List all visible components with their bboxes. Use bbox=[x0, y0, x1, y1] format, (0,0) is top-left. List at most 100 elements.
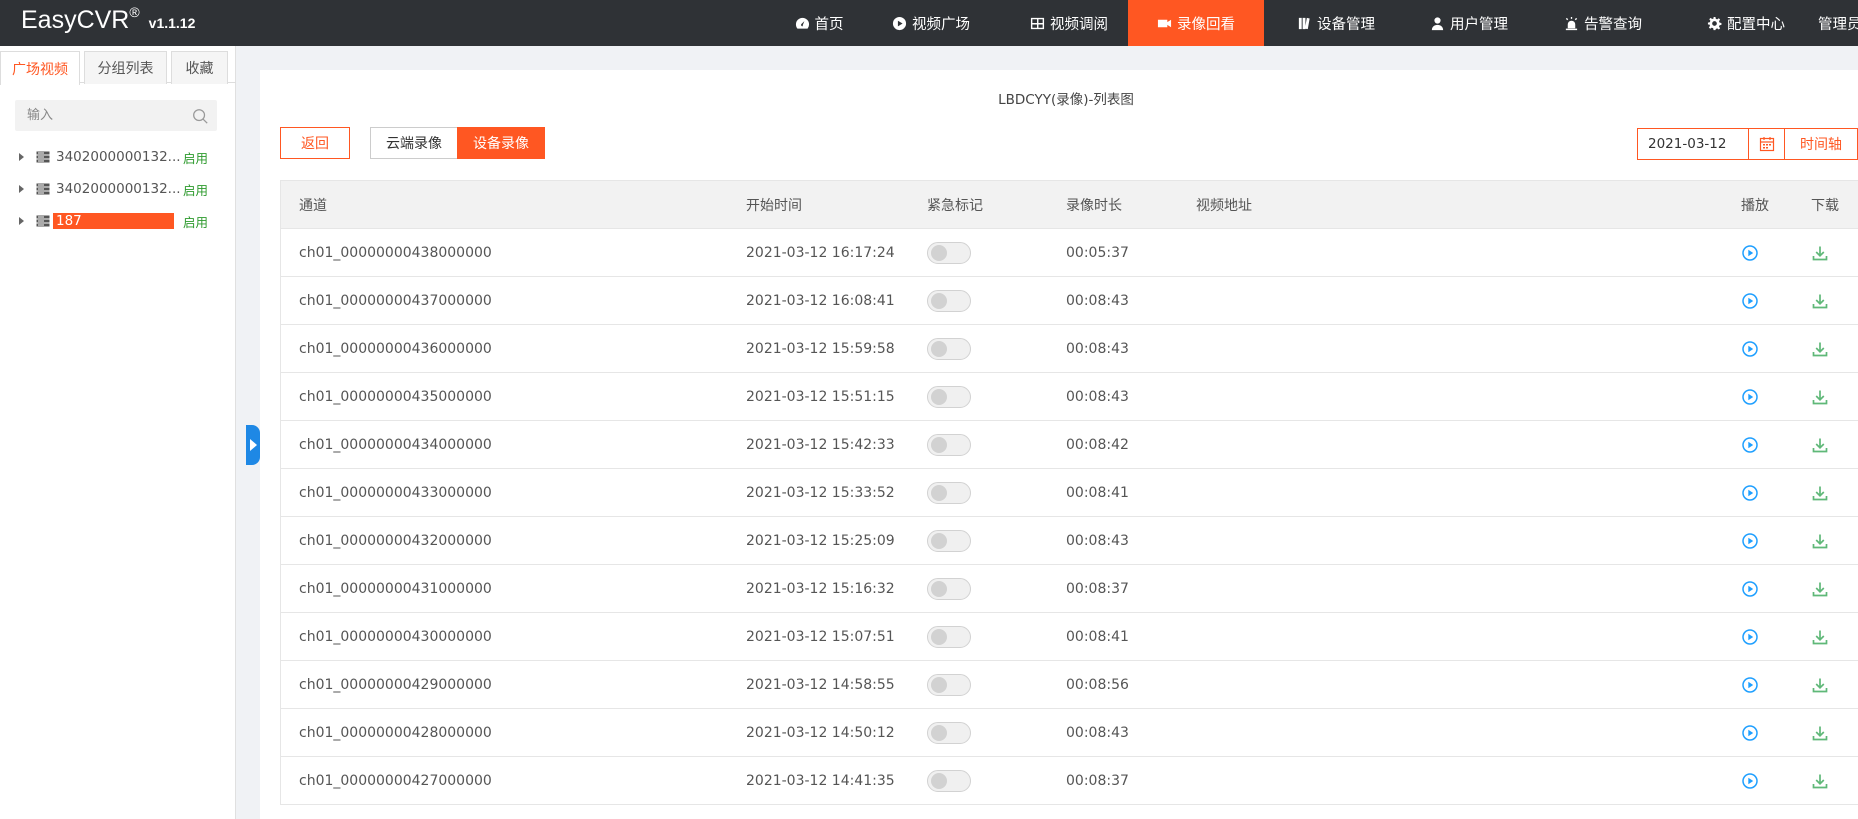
tab-favorites[interactable]: 收藏 bbox=[171, 51, 228, 84]
user-icon bbox=[1431, 16, 1444, 30]
channel-cell: ch01_00000000436000000 bbox=[299, 340, 492, 357]
search-icon[interactable] bbox=[191, 107, 209, 125]
download-icon[interactable] bbox=[1811, 484, 1829, 502]
urgent-mark-toggle[interactable] bbox=[927, 481, 971, 504]
download-icon[interactable] bbox=[1811, 580, 1829, 598]
play-icon[interactable] bbox=[1741, 724, 1759, 742]
download-cell bbox=[1811, 421, 1829, 468]
duration-cell: 00:08:43 bbox=[1066, 340, 1129, 357]
download-cell bbox=[1811, 277, 1829, 324]
play-icon[interactable] bbox=[1741, 244, 1759, 262]
tree-node-selected[interactable]: 187 启用 bbox=[0, 208, 236, 234]
urgent-mark-toggle[interactable] bbox=[927, 673, 971, 696]
table-row: ch01_00000000427000000 2021-03-12 14:41:3… bbox=[281, 757, 1858, 805]
play-cell bbox=[1741, 373, 1759, 420]
download-cell bbox=[1811, 709, 1829, 756]
tab-square-videos[interactable]: 广场视频 bbox=[0, 51, 80, 85]
urgent-mark-toggle[interactable] bbox=[927, 769, 971, 792]
sidebar-collapse-toggle[interactable] bbox=[246, 425, 260, 465]
nav-record-playback[interactable]: 录像回看 bbox=[1128, 0, 1264, 46]
header-download: 下载 bbox=[1811, 197, 1839, 214]
nav-admin[interactable]: 管理员 bbox=[1818, 0, 1858, 46]
expand-arrow-icon[interactable] bbox=[19, 153, 24, 161]
nav-video-review[interactable]: 视频调阅 bbox=[1004, 0, 1134, 46]
urgent-mark-toggle[interactable] bbox=[927, 529, 971, 552]
download-icon[interactable] bbox=[1811, 628, 1829, 646]
play-icon[interactable] bbox=[1741, 388, 1759, 406]
play-cell bbox=[1741, 517, 1759, 564]
brand-reg-mark: ® bbox=[129, 4, 140, 20]
play-icon[interactable] bbox=[1741, 772, 1759, 790]
urgent-mark-toggle[interactable] bbox=[927, 625, 971, 648]
play-icon[interactable] bbox=[1741, 292, 1759, 310]
urgent-mark-cell bbox=[927, 709, 971, 756]
dashboard-icon bbox=[795, 17, 809, 29]
cloud-recording-button[interactable]: 云端录像 bbox=[370, 127, 458, 159]
urgent-mark-toggle[interactable] bbox=[927, 337, 971, 360]
play-icon[interactable] bbox=[1741, 484, 1759, 502]
play-cell bbox=[1741, 661, 1759, 708]
urgent-mark-toggle[interactable] bbox=[927, 721, 971, 744]
urgent-mark-toggle[interactable] bbox=[927, 241, 971, 264]
urgent-mark-cell bbox=[927, 373, 971, 420]
download-icon[interactable] bbox=[1811, 532, 1829, 550]
nav-config-center[interactable]: 配置中心 bbox=[1690, 0, 1802, 46]
urgent-mark-toggle[interactable] bbox=[927, 433, 971, 456]
channel-cell: ch01_00000000434000000 bbox=[299, 436, 492, 453]
tab-group-list[interactable]: 分组列表 bbox=[84, 51, 167, 84]
download-icon[interactable] bbox=[1811, 772, 1829, 790]
download-icon[interactable] bbox=[1811, 292, 1829, 310]
tree-node[interactable]: 3402000000132... 启用 bbox=[0, 144, 236, 170]
duration-cell: 00:08:43 bbox=[1066, 724, 1129, 741]
download-cell bbox=[1811, 613, 1829, 660]
header-urgent-mark: 紧急标记 bbox=[927, 197, 983, 214]
download-icon[interactable] bbox=[1811, 724, 1829, 742]
play-icon[interactable] bbox=[1741, 532, 1759, 550]
page-title: LBDCYY(录像)-列表图 bbox=[998, 92, 1134, 108]
download-icon[interactable] bbox=[1811, 436, 1829, 454]
play-icon[interactable] bbox=[1741, 676, 1759, 694]
back-button[interactable]: 返回 bbox=[280, 127, 350, 159]
urgent-mark-cell bbox=[927, 469, 971, 516]
play-icon[interactable] bbox=[1741, 340, 1759, 358]
nav-video-square[interactable]: 视频广场 bbox=[870, 0, 992, 46]
start-time-cell: 2021-03-12 15:33:52 bbox=[746, 484, 895, 501]
header-play: 播放 bbox=[1741, 197, 1769, 214]
play-icon[interactable] bbox=[1741, 436, 1759, 454]
expand-arrow-icon[interactable] bbox=[19, 217, 24, 225]
channel-cell: ch01_00000000438000000 bbox=[299, 244, 492, 261]
status-badge: 启用 bbox=[183, 214, 209, 230]
urgent-mark-toggle[interactable] bbox=[927, 577, 971, 600]
start-time-cell: 2021-03-12 15:59:58 bbox=[746, 340, 895, 357]
nav-label: 用户管理 bbox=[1450, 16, 1508, 33]
video-camera-icon bbox=[1157, 19, 1172, 27]
download-icon[interactable] bbox=[1811, 388, 1829, 406]
table-row: ch01_00000000434000000 2021-03-12 15:42:3… bbox=[281, 421, 1858, 469]
nav-user-management[interactable]: 用户管理 bbox=[1404, 0, 1534, 46]
tree-node[interactable]: 3402000000132... 启用 bbox=[0, 176, 236, 202]
nav-alarm-query[interactable]: 告警查询 bbox=[1538, 0, 1668, 46]
brand-version: v1.1.12 bbox=[148, 15, 196, 31]
urgent-mark-cell bbox=[927, 421, 971, 468]
nav-device-management[interactable]: 设备管理 bbox=[1270, 0, 1402, 46]
channel-cell: ch01_00000000430000000 bbox=[299, 628, 492, 645]
urgent-mark-toggle[interactable] bbox=[927, 385, 971, 408]
urgent-mark-toggle[interactable] bbox=[927, 289, 971, 312]
tree-node-label: 3402000000132... bbox=[56, 149, 181, 165]
device-recording-button[interactable]: 设备录像 bbox=[457, 127, 545, 159]
search-input[interactable] bbox=[15, 100, 175, 131]
caret-right-icon bbox=[249, 439, 257, 451]
play-icon[interactable] bbox=[1741, 580, 1759, 598]
expand-arrow-icon[interactable] bbox=[19, 185, 24, 193]
download-icon[interactable] bbox=[1811, 676, 1829, 694]
nav-label: 设备管理 bbox=[1317, 16, 1375, 33]
start-time-cell: 2021-03-12 14:41:35 bbox=[746, 772, 895, 789]
play-icon[interactable] bbox=[1741, 628, 1759, 646]
timeline-button[interactable]: 时间轴 bbox=[1785, 128, 1858, 160]
nav-home[interactable]: 首页 bbox=[770, 0, 868, 46]
calendar-button[interactable] bbox=[1748, 128, 1785, 160]
download-icon[interactable] bbox=[1811, 340, 1829, 358]
date-input[interactable]: 2021-03-12 bbox=[1637, 128, 1748, 160]
search-box bbox=[15, 100, 217, 131]
download-icon[interactable] bbox=[1811, 244, 1829, 262]
